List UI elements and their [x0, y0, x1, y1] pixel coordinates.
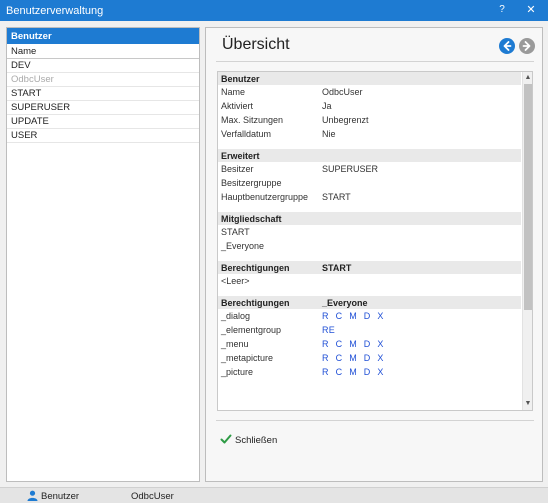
membership-item: _Everyone — [218, 239, 521, 253]
user-list-header: Benutzer — [7, 28, 199, 44]
permission-object: _dialog — [221, 311, 251, 321]
section-header-berechtigungen-start: Berechtigungen START — [218, 261, 521, 274]
permission-row: _elementgroup RE — [218, 323, 521, 337]
user-list: Benutzer Name DEV OdbcUser START SUPERUS… — [6, 27, 200, 482]
section-title: Berechtigungen — [221, 298, 290, 308]
membership-item: START — [218, 225, 521, 239]
permission-flags: R C M D X — [322, 353, 384, 363]
close-button-label: Schließen — [235, 435, 278, 446]
user-row-odbcuser[interactable]: OdbcUser — [7, 73, 199, 87]
scrollbar-thumb[interactable] — [524, 84, 532, 310]
arrow-right-icon — [522, 41, 531, 51]
permission-row: _menu R C M D X — [218, 337, 521, 351]
detail-label: Hauptbenutzergruppe — [221, 192, 309, 202]
back-button[interactable] — [499, 38, 515, 54]
permission-object: _metapicture — [221, 353, 274, 363]
detail-value: Ja — [322, 101, 332, 111]
divider — [216, 420, 534, 421]
scroll-up-icon[interactable]: ▲ — [523, 73, 532, 83]
user-icon — [27, 490, 38, 501]
permission-row: _dialog R C M D X — [218, 309, 521, 323]
detail-value: Nie — [322, 129, 336, 139]
detail-label: Aktiviert — [221, 101, 254, 111]
section-title: Erweitert — [221, 151, 260, 161]
close-window-button[interactable]: ✕ — [524, 3, 538, 17]
vertical-scrollbar[interactable]: ▲ ▼ — [522, 72, 532, 410]
empty-label: <Leer> — [221, 276, 250, 286]
details-view[interactable]: Benutzer Name OdbcUser Aktiviert Ja Max. S… — [217, 71, 533, 411]
permission-flags: R C M D X — [322, 339, 384, 349]
status-bar: Benutzer OdbcUser — [0, 487, 548, 503]
permission-object: _picture — [221, 367, 254, 377]
permission-object: _menu — [221, 339, 249, 349]
detail-row: Verfalldatum Nie — [218, 127, 521, 141]
detail-value: SUPERUSER — [322, 164, 379, 174]
detail-label: Max. Sitzungen — [221, 115, 284, 125]
section-header-benutzer: Benutzer — [218, 72, 521, 85]
detail-row: Besitzer SUPERUSER — [218, 162, 521, 176]
detail-label: Name — [221, 87, 246, 97]
divider — [216, 61, 534, 62]
status-section-label: Benutzer — [41, 491, 80, 502]
column-header-name[interactable]: Name — [7, 44, 199, 59]
help-button[interactable]: ? — [495, 3, 509, 17]
permission-flags: RE — [322, 325, 336, 335]
detail-row: Hauptbenutzergruppe START — [218, 190, 521, 204]
checkmark-icon — [220, 434, 232, 444]
user-row-user[interactable]: USER — [7, 129, 199, 143]
detail-label: Verfalldatum — [221, 129, 272, 139]
overview-panel: Übersicht Benutzer Name OdbcUser Aktivier… — [205, 27, 543, 482]
page-title: Übersicht — [222, 36, 290, 53]
detail-row: Max. Sitzungen Unbegrenzt — [218, 113, 521, 127]
permission-row: _metapicture R C M D X — [218, 351, 521, 365]
status-current-user: OdbcUser — [131, 491, 174, 502]
section-header-mitgliedschaft: Mitgliedschaft — [218, 212, 521, 225]
section-title: Berechtigungen — [221, 263, 290, 273]
forward-button[interactable] — [519, 38, 535, 54]
user-row-superuser[interactable]: SUPERUSER — [7, 101, 199, 115]
detail-value: Unbegrenzt — [322, 115, 369, 125]
user-row-start[interactable]: START — [7, 87, 199, 101]
client-area: Benutzer Name DEV OdbcUser START SUPERUS… — [1, 21, 547, 487]
scroll-down-icon[interactable]: ▼ — [523, 399, 532, 409]
membership-label: START — [221, 227, 250, 237]
permission-row: _picture R C M D X — [218, 365, 521, 379]
detail-label: Besitzergruppe — [221, 178, 282, 188]
permission-flags: R C M D X — [322, 311, 384, 321]
membership-label: _Everyone — [221, 241, 265, 251]
permission-flags: R C M D X — [322, 367, 384, 377]
window-title: Benutzerverwaltung — [6, 5, 104, 17]
detail-row: Aktiviert Ja — [218, 99, 521, 113]
user-row-update[interactable]: UPDATE — [7, 115, 199, 129]
arrow-left-icon — [503, 41, 512, 51]
detail-row: Besitzergruppe — [218, 176, 521, 190]
detail-label: Besitzer — [221, 164, 254, 174]
detail-value: OdbcUser — [322, 87, 363, 97]
section-header-erweitert: Erweitert — [218, 149, 521, 162]
section-title: Mitgliedschaft — [221, 214, 282, 224]
detail-value: START — [322, 192, 351, 202]
section-title: Benutzer — [221, 74, 260, 84]
detail-row: <Leer> — [218, 274, 521, 288]
permission-object: _elementgroup — [221, 325, 282, 335]
section-group: START — [322, 263, 352, 273]
detail-row: Name OdbcUser — [218, 85, 521, 99]
section-group: _Everyone — [322, 298, 368, 308]
details-content: Benutzer Name OdbcUser Aktiviert Ja Max. S… — [218, 72, 521, 379]
title-bar: Benutzerverwaltung ? ✕ — [0, 0, 548, 21]
section-header-berechtigungen-everyone: Berechtigungen _Everyone — [218, 296, 521, 309]
user-row-dev[interactable]: DEV — [7, 59, 199, 73]
